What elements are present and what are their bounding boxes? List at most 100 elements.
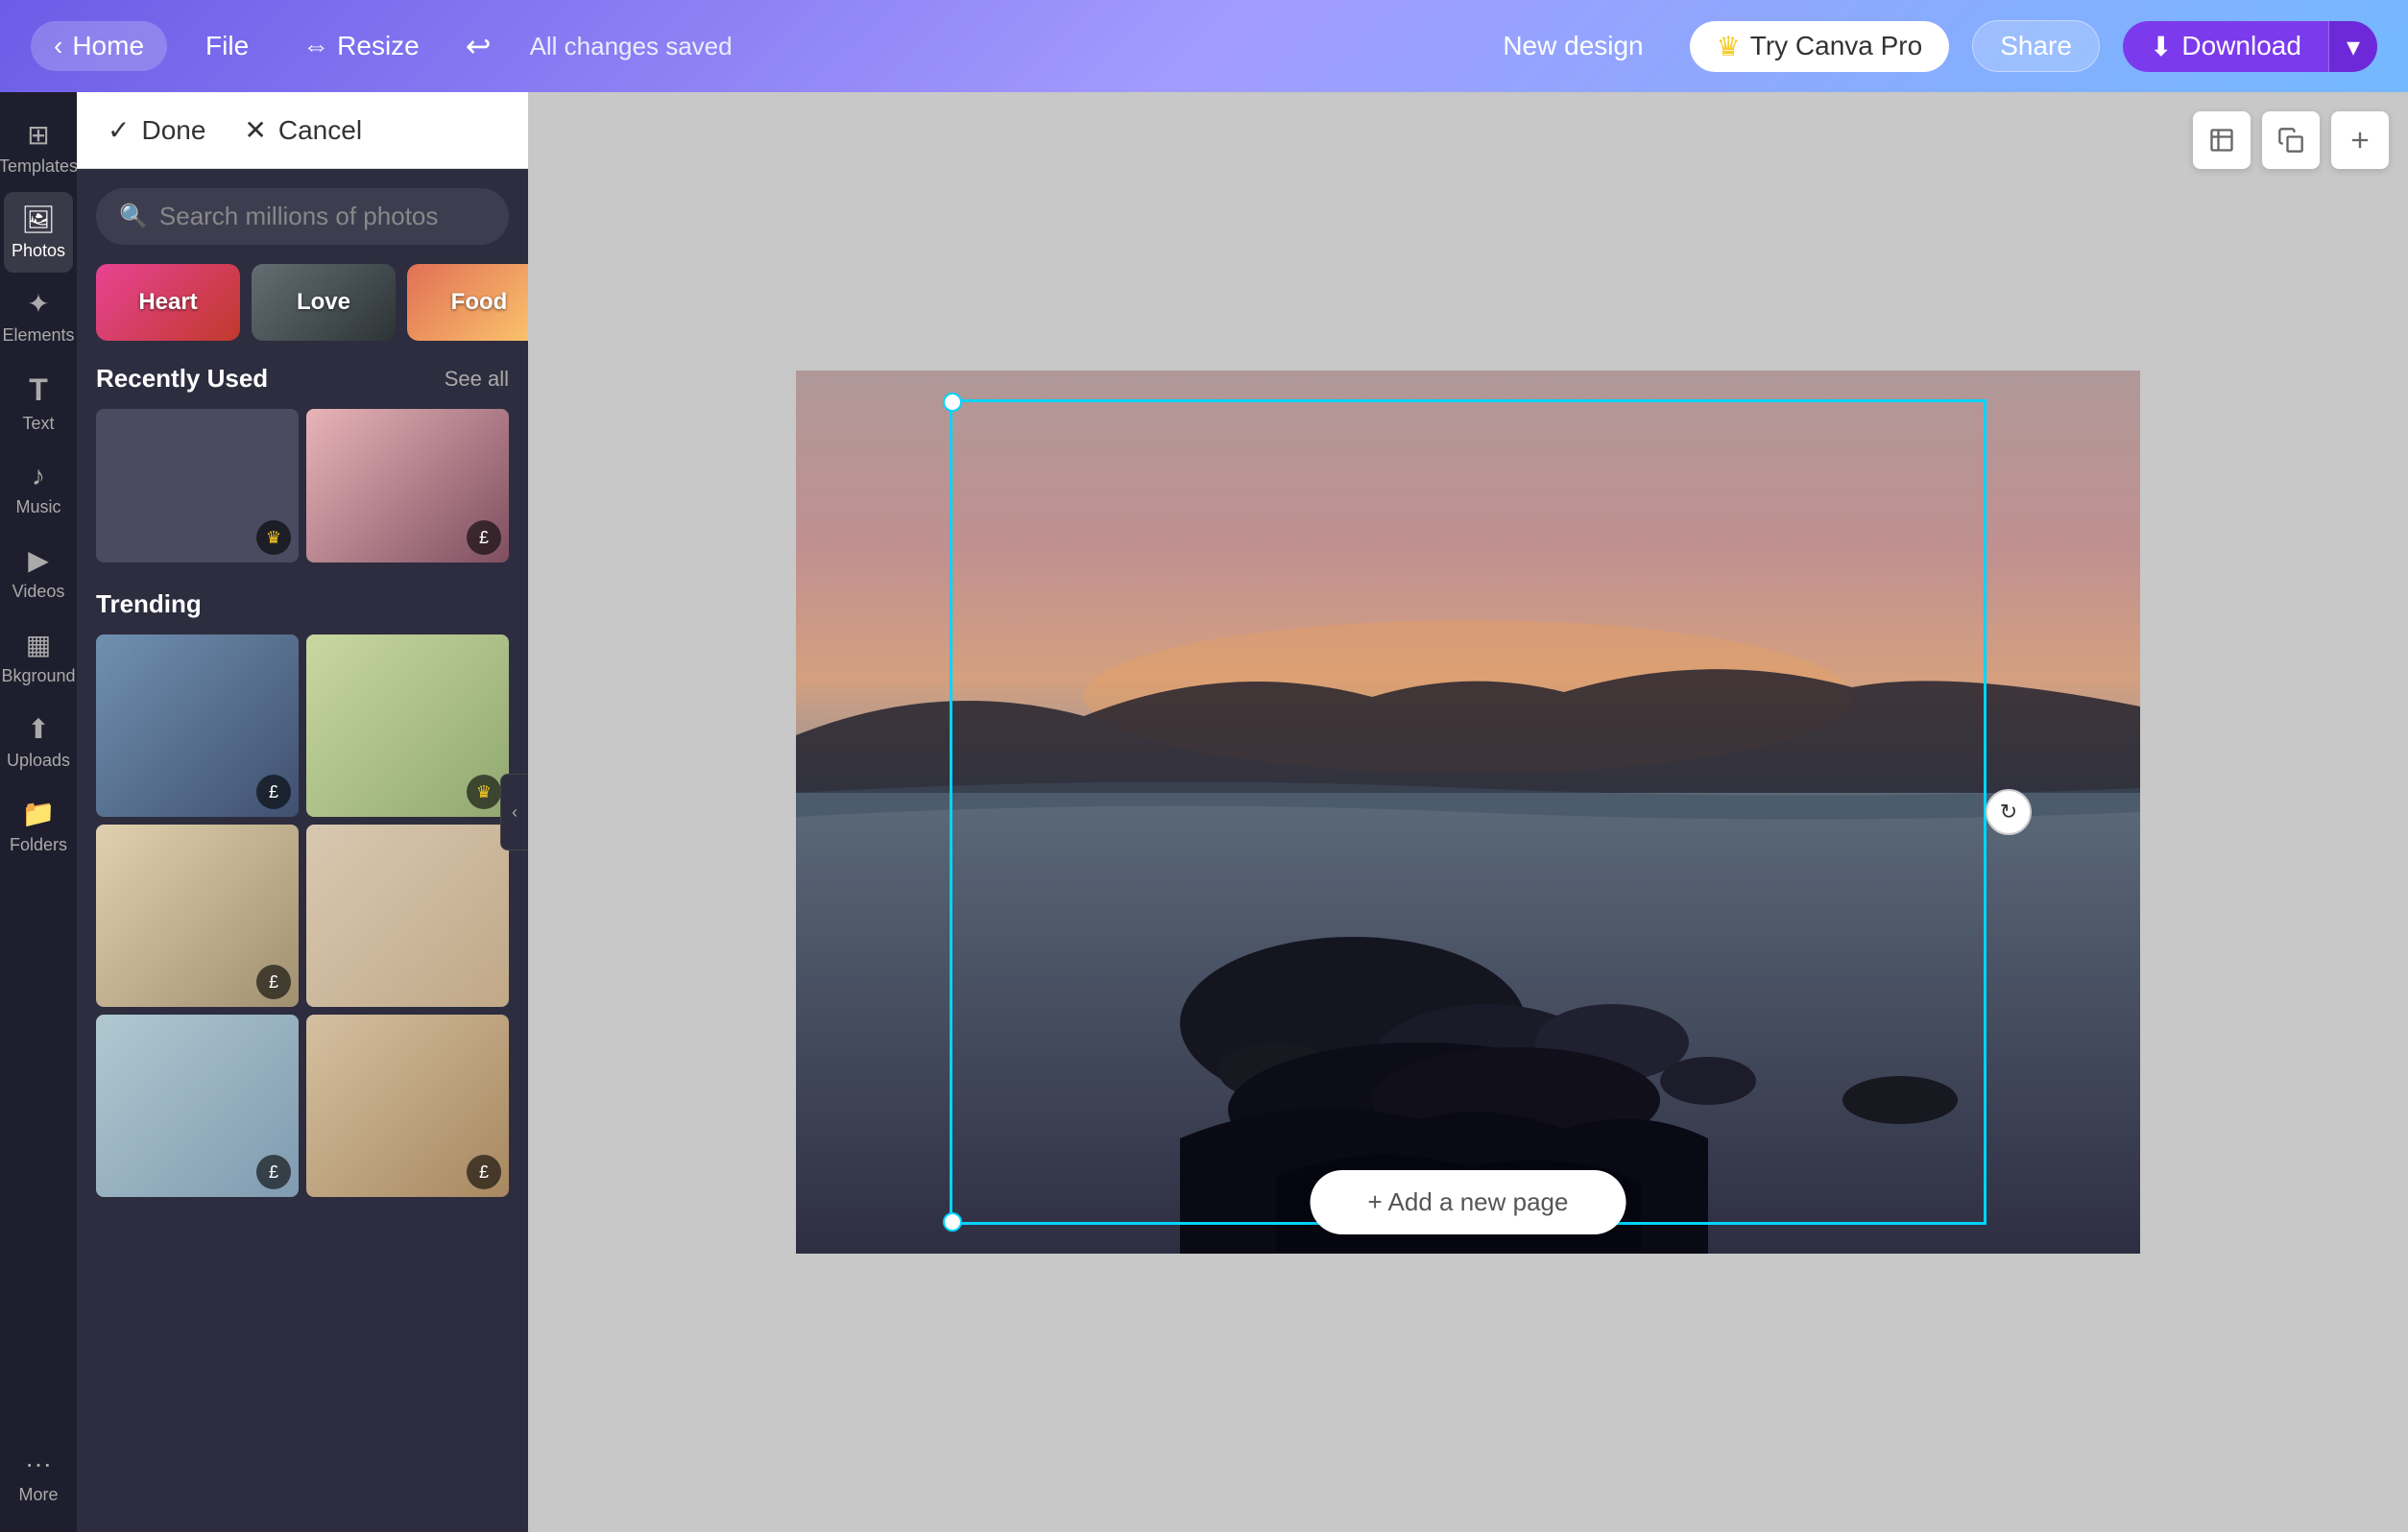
pro-badge-5: £ <box>256 965 291 999</box>
pro-badge-2: £ <box>467 520 501 555</box>
resize-icon: ⇔ <box>302 31 329 61</box>
sidebar-item-text[interactable]: T Text <box>4 361 73 445</box>
category-chip-love[interactable]: Love <box>252 264 396 341</box>
trending-photo-3[interactable]: £ <box>96 825 299 1007</box>
photos-panel: ✓ Done ✕ Cancel 🔍 Heart Love Food › <box>77 92 528 1532</box>
templates-icon: ⊞ <box>27 119 49 151</box>
see-all-button[interactable]: See all <box>445 367 509 392</box>
search-icon: 🔍 <box>119 203 148 230</box>
trending-photo-6[interactable]: £ <box>306 1015 509 1197</box>
trending-photo-5[interactable]: £ <box>96 1015 299 1197</box>
file-label: File <box>205 31 249 61</box>
sidebar-item-background[interactable]: ▦ Bkground <box>4 617 73 698</box>
category-chip-food[interactable]: Food <box>407 264 528 341</box>
share-button[interactable]: Share <box>1972 20 2100 72</box>
add-page-bar[interactable]: + Add a new page <box>1311 1170 1626 1234</box>
pro-badge-3: £ <box>256 775 291 809</box>
uploads-icon: ⬆ <box>27 713 49 745</box>
resize-label: Resize <box>337 31 420 61</box>
sidebar-item-label: Photos <box>12 241 65 261</box>
sidebar-item-label: Folders <box>10 835 67 855</box>
pro-badge-1: ♛ <box>256 520 291 555</box>
x-icon: ✕ <box>244 114 266 146</box>
sidebar-item-music[interactable]: ♪ Music <box>4 449 73 529</box>
crown-icon: ♛ <box>1717 31 1741 62</box>
trending-photo-1[interactable]: £ <box>96 634 299 817</box>
recently-used-photo-1[interactable]: ♛ <box>96 409 299 563</box>
sidebar-item-folders[interactable]: 📁 Folders <box>4 786 73 867</box>
sidebar-item-photos[interactable]: 🖼 Photos <box>4 192 73 273</box>
sidebar-item-label: Videos <box>12 582 65 602</box>
icon-sidebar: ⊞ Templates 🖼 Photos ✦ Elements T Text ♪… <box>0 92 77 1532</box>
recently-used-title: Recently Used <box>96 364 268 394</box>
cancel-button[interactable]: ✕ Cancel <box>244 114 362 146</box>
undo-button[interactable]: ↩ <box>458 20 499 72</box>
more-icon: ··· <box>25 1448 52 1479</box>
chip-label-food: Food <box>407 264 528 341</box>
new-design-button[interactable]: New design <box>1480 21 1666 71</box>
trending-header: Trending <box>96 589 509 619</box>
recently-used-grid: ♛ £ <box>96 409 509 563</box>
done-label: Done <box>141 115 205 146</box>
chip-label-heart: Heart <box>96 264 240 341</box>
trending-photo-2[interactable]: ♛ <box>306 634 509 817</box>
canvas-tool-copy[interactable] <box>2262 111 2320 169</box>
recently-used-header: Recently Used See all <box>96 364 509 394</box>
download-button[interactable]: ⬇ Download <box>2123 21 2328 72</box>
checkmark-icon: ✓ <box>108 114 130 146</box>
try-pro-label: Try Canva Pro <box>1750 31 1922 61</box>
try-canva-pro-button[interactable]: ♛ Try Canva Pro <box>1690 21 1950 72</box>
home-button[interactable]: ‹ Home <box>31 21 167 71</box>
action-bar: ✓ Done ✕ Cancel <box>77 92 528 169</box>
pro-badge-8: £ <box>467 1155 501 1189</box>
photos-icon: 🖼 <box>21 203 56 235</box>
folders-icon: 📁 <box>22 798 56 829</box>
download-dropdown-button[interactable]: ▾ <box>2328 21 2377 72</box>
canvas-tools <box>2193 111 2389 169</box>
background-icon: ▦ <box>26 629 51 660</box>
search-input[interactable] <box>159 202 486 231</box>
category-row: Heart Love Food › <box>96 264 509 341</box>
cancel-label: Cancel <box>278 115 362 146</box>
sidebar-item-more[interactable]: ··· More <box>4 1437 73 1517</box>
canvas-image[interactable]: ↻ <box>796 371 2140 1254</box>
sidebar-item-elements[interactable]: ✦ Elements <box>4 276 73 357</box>
chevron-down-icon: ▾ <box>2347 32 2360 61</box>
sidebar-item-label: Uploads <box>7 751 70 771</box>
sidebar-item-uploads[interactable]: ⬆ Uploads <box>4 702 73 782</box>
main-layout: ⊞ Templates 🖼 Photos ✦ Elements T Text ♪… <box>0 92 2408 1532</box>
sidebar-item-label: Bkground <box>1 666 75 686</box>
sidebar-item-templates[interactable]: ⊞ Templates <box>4 108 73 188</box>
pro-badge-7: £ <box>256 1155 291 1189</box>
text-icon: T <box>29 372 48 408</box>
canvas-wrapper: ↻ + Add a new page <box>796 371 2140 1254</box>
saved-status: All changes saved <box>530 32 733 61</box>
trending-grid: £ ♛ £ £ £ <box>96 634 509 1197</box>
sidebar-item-label: Music <box>15 497 60 517</box>
chip-label-love: Love <box>252 264 396 341</box>
resize-button[interactable]: ⇔ Resize <box>287 23 435 69</box>
sidebar-item-label: Text <box>22 414 54 434</box>
download-icon: ⬇ <box>2150 31 2172 62</box>
search-box: 🔍 <box>96 188 509 245</box>
sidebar-item-videos[interactable]: ▶ Videos <box>4 533 73 613</box>
file-button[interactable]: File <box>190 23 264 69</box>
download-label: Download <box>2181 31 2301 61</box>
music-icon: ♪ <box>32 461 45 491</box>
canvas-area: ↻ + Add a new page <box>528 92 2408 1532</box>
trending-title: Trending <box>96 589 202 619</box>
home-label: Home <box>72 31 144 61</box>
canvas-tool-add[interactable] <box>2331 111 2389 169</box>
category-chip-heart[interactable]: Heart <box>96 264 240 341</box>
sidebar-item-label: Elements <box>2 325 74 346</box>
chevron-left-icon: ‹ <box>54 31 62 61</box>
recently-used-photo-2[interactable]: £ <box>306 409 509 563</box>
sidebar-item-label: More <box>18 1485 58 1505</box>
done-button[interactable]: ✓ Done <box>108 114 205 146</box>
pro-badge-4: ♛ <box>467 775 501 809</box>
trending-photo-4[interactable] <box>306 825 509 1007</box>
canvas-tool-frame[interactable] <box>2193 111 2251 169</box>
hide-panel-button[interactable]: ‹ <box>500 774 528 850</box>
videos-icon: ▶ <box>28 544 49 576</box>
elements-icon: ✦ <box>27 288 49 320</box>
